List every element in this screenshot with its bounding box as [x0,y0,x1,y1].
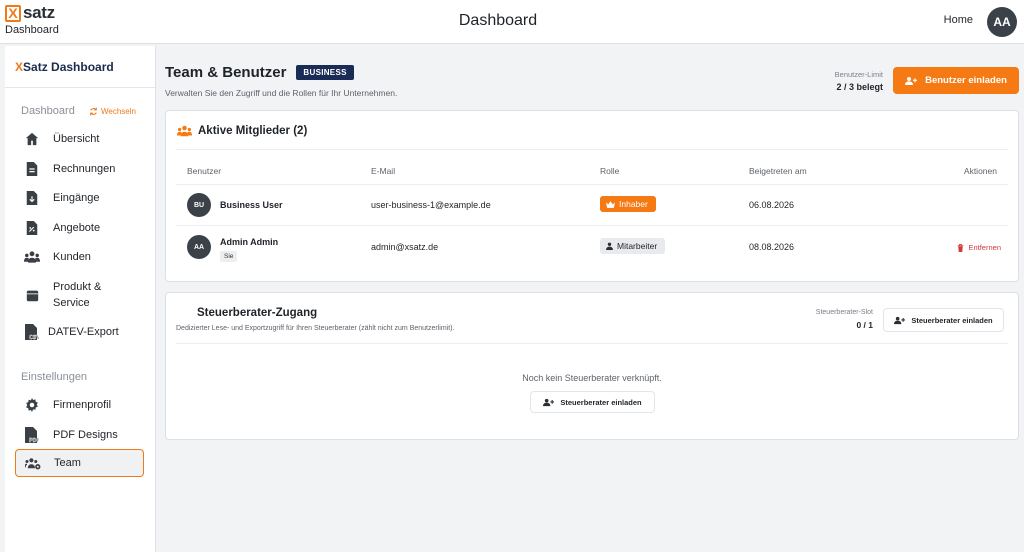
invite-user-button[interactable]: Benutzer einladen [893,67,1019,94]
remove-member-button[interactable]: Entfernen [957,243,1001,252]
active-members-card: Aktive Mitglieder (2) Benutzer E-Mail Ro… [165,110,1019,282]
home-link[interactable]: Home [944,14,973,26]
you-badge: Sie [220,251,238,262]
role-badge-owner: Inhaber [600,196,656,212]
sidebar-item-pdf-designs[interactable]: PDF PDF Designs [15,426,144,444]
column-header-email: E-Mail [371,166,396,176]
user-limit: Benutzer-Limit 2 / 3 belegt [834,70,883,92]
users-icon [177,125,192,137]
member-joined: 06.08.2026 [749,200,795,210]
empty-invite-advisor-button[interactable]: Steuerberater einladen [530,391,655,413]
section-title: Team & Benutzer BUSINESS [165,64,354,81]
sidebar-item-team[interactable]: Team [15,449,144,477]
member-avatar: BU [187,193,211,217]
refresh-icon [90,107,97,116]
sidebar: XSatz Dashboard Dashboard Wechseln Übers… [5,46,156,552]
empty-state-text: Noch kein Steuerberater verknüpft. [522,373,662,383]
person-icon [606,242,613,250]
table-row: AA Admin Admin Sie admin@xsatz.de Mitarb… [176,226,1008,270]
advisor-slot-value: 0 / 1 [856,320,873,330]
add-user-icon [543,398,555,406]
user-avatar[interactable]: AA [987,7,1017,37]
home-icon [24,131,40,147]
quote-document-icon [24,220,40,236]
invite-advisor-button[interactable]: Steuerberater einladen [883,308,1004,332]
tax-advisor-subtitle: Dedizierter Lese- und Exportzugriff für … [176,325,455,332]
member-name: Business User [220,200,283,210]
sidebar-item-produkt-service[interactable]: Produkt & Service [15,278,144,312]
csv-file-icon: CSV [24,324,40,340]
top-bar: X satz Dashboard Dashboard Home AA [0,0,1024,44]
member-avatar: AA [187,235,211,259]
user-limit-value: 2 / 3 belegt [836,82,883,92]
sidebar-brand[interactable]: XSatz Dashboard [5,46,155,88]
sidebar-item-uebersicht[interactable]: Übersicht [15,130,144,148]
sidebar-item-datev-export[interactable]: CSV DATEV-Export [15,323,144,341]
users-icon [24,249,40,265]
gear-icon [24,397,40,413]
tax-advisor-title: Steuerberater-Zugang [197,307,318,319]
add-user-icon [905,76,918,85]
team-settings-icon [25,455,41,471]
page-title: Dashboard [458,12,538,29]
member-email: user-business-1@example.de [371,200,491,210]
divider [176,149,1008,150]
column-header-role: Rolle [600,166,620,176]
sidebar-item-kunden[interactable]: Kunden [15,248,144,266]
sidebar-section-settings: Einstellungen [21,371,88,383]
section-subtitle: Verwalten Sie den Zugriff und die Rollen… [165,88,398,98]
member-joined: 08.08.2026 [749,242,795,252]
svg-text:PDF: PDF [29,438,39,443]
role-badge-employee: Mitarbeiter [600,238,666,254]
advisor-slot: Steuerberater-Slot 0 / 1 [815,309,873,330]
add-user-icon [894,316,906,324]
tax-advisor-card: Steuerberater-Zugang Dedizierter Lese- u… [165,292,1019,440]
member-email: admin@xsatz.de [371,242,439,252]
member-name: Admin Admin [220,237,279,247]
sidebar-item-rechnungen[interactable]: Rechnungen [15,160,144,178]
plan-badge: BUSINESS [296,65,354,80]
sidebar-item-firmenprofil[interactable]: Firmenprofil [15,396,144,414]
document-icon [24,161,40,177]
switch-button[interactable]: Wechseln [89,107,136,116]
sidebar-section-dashboard: Dashboard [21,105,75,117]
box-icon [24,287,40,303]
trash-icon [958,243,964,252]
column-header-user: Benutzer [187,166,222,176]
column-header-joined: Beigetreten am [749,166,807,176]
svg-text:CSV: CSV [29,335,39,340]
download-document-icon [24,190,40,206]
sidebar-item-angebote[interactable]: Angebote [15,219,144,237]
active-members-title: Aktive Mitglieder (2) [177,125,307,137]
crown-icon [606,200,615,208]
column-header-actions: Aktionen [963,166,997,176]
table-row: BU Business User user-business-1@example… [176,185,1008,225]
sidebar-item-eingaenge[interactable]: Eingänge [15,189,144,207]
pdf-file-icon: PDF [24,427,40,443]
